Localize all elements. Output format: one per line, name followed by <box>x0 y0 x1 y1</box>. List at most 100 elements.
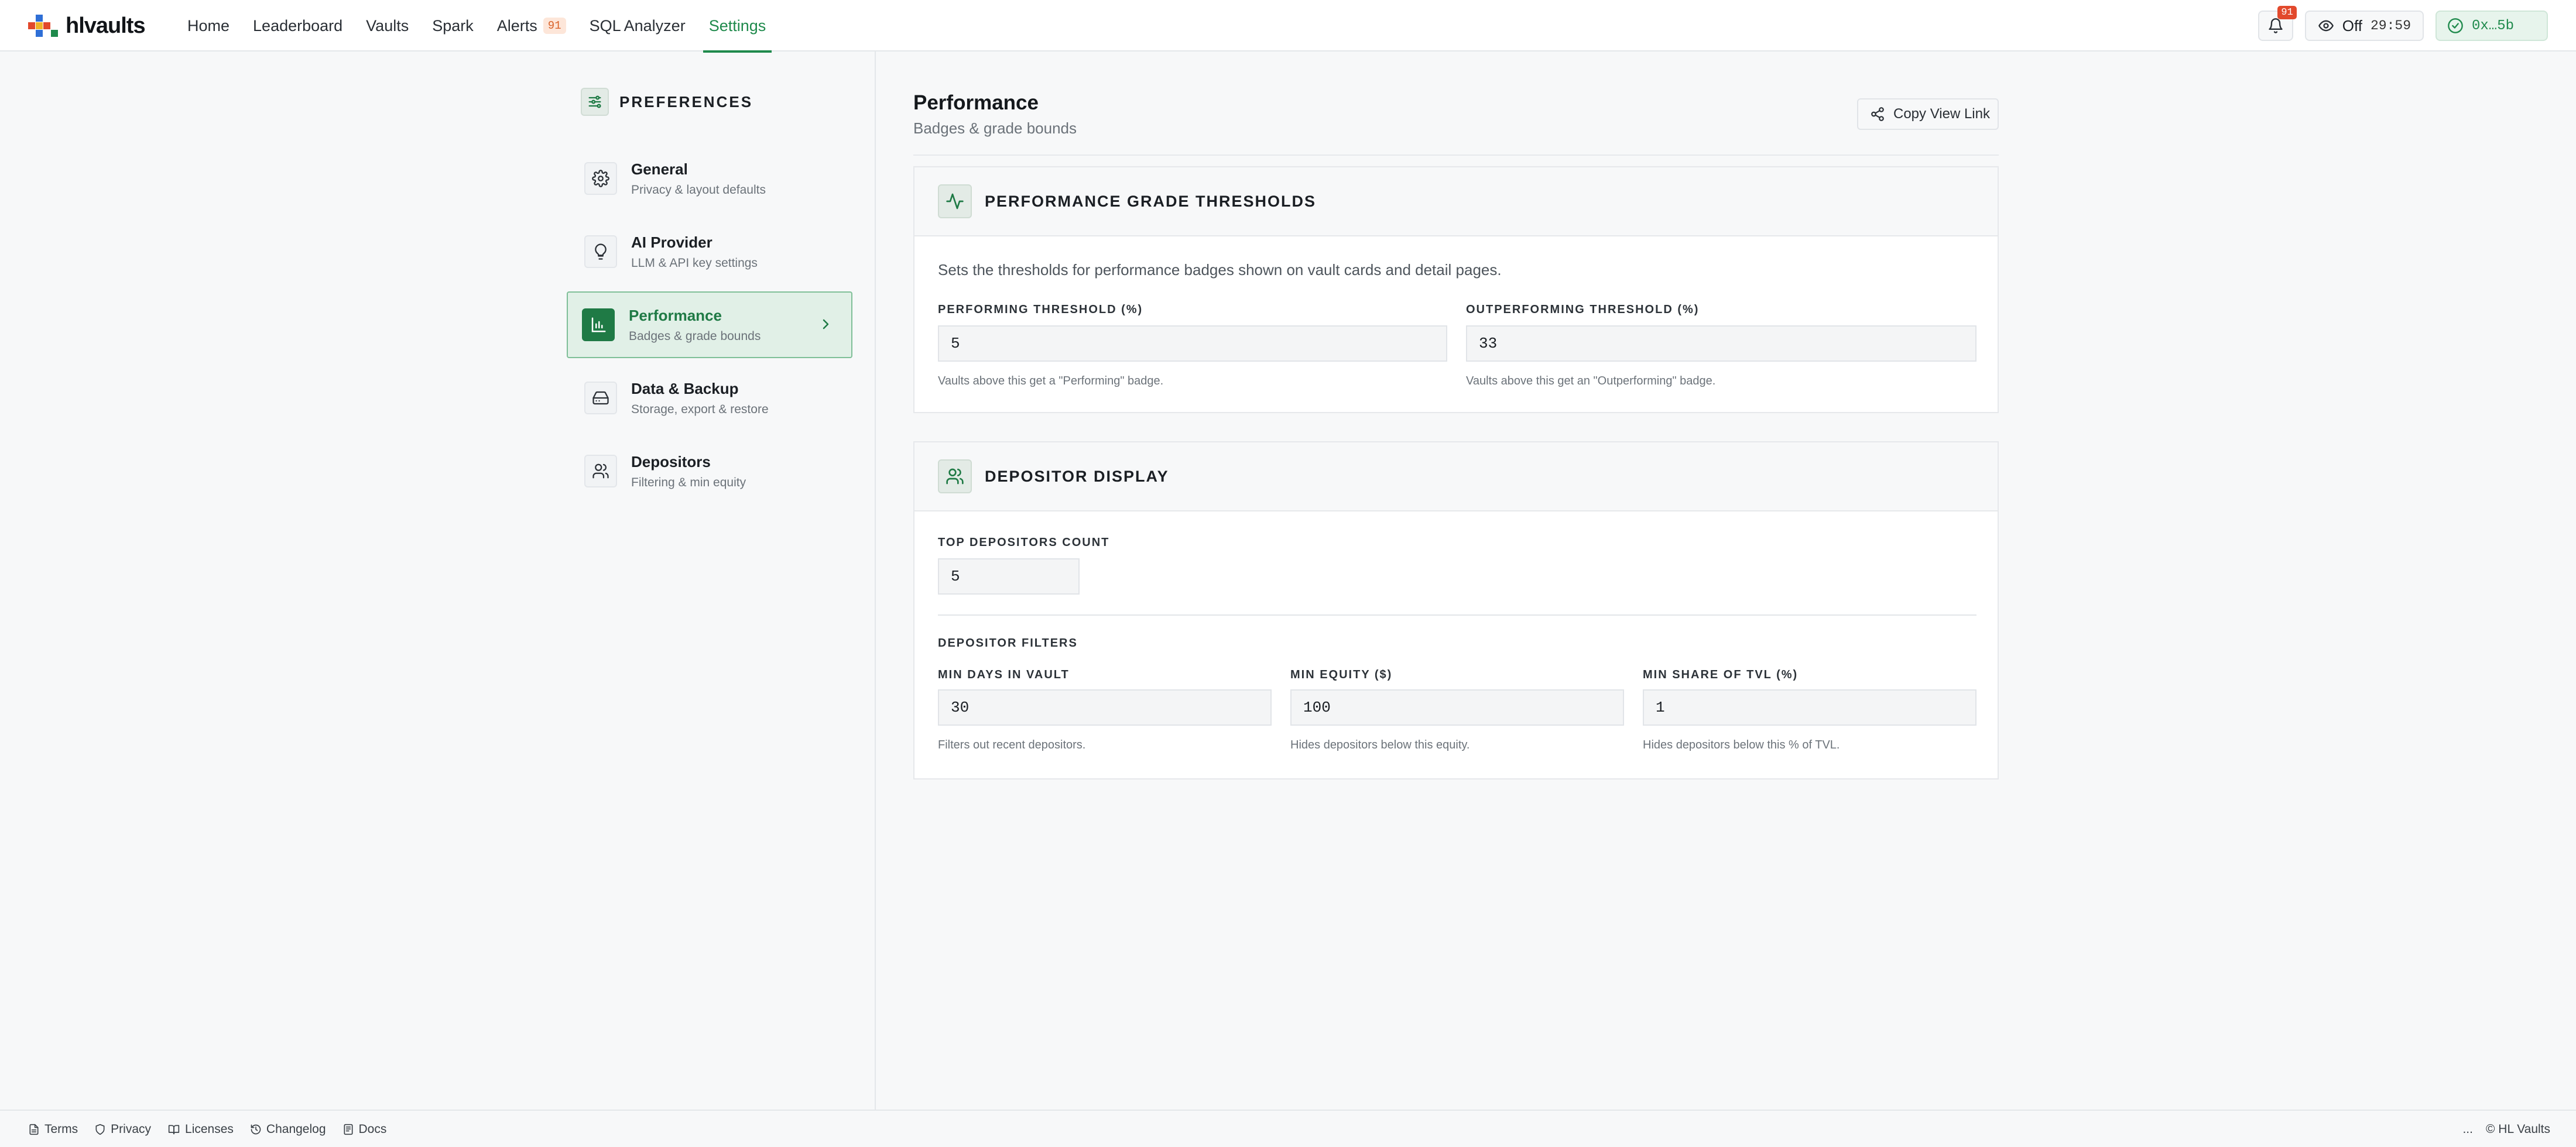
sidebar-item-label: General <box>631 160 688 178</box>
users-icon <box>584 455 617 487</box>
depositor-filters-title: DEPOSITOR FILTERS <box>938 637 1078 650</box>
sidebar-item-general[interactable]: General Privacy & layout defaults <box>567 145 852 212</box>
performing-threshold-label: PERFORMING THRESHOLD (%) <box>938 303 1143 316</box>
nav-spark[interactable]: Spark <box>432 0 474 51</box>
min-equity-input[interactable]: 100 <box>1290 689 1624 726</box>
copy-view-link-label: Copy View Link <box>1893 106 1990 122</box>
sidebar-item-ai-provider[interactable]: AI Provider LLM & API key settings <box>567 218 852 285</box>
min-days-input[interactable]: 30 <box>938 689 1272 726</box>
logo[interactable]: hlvaults <box>28 13 146 39</box>
check-circle-icon <box>2448 18 2463 33</box>
copy-view-link-button[interactable]: Copy View Link <box>1857 98 1999 130</box>
doc-icon <box>344 1124 353 1135</box>
gear-icon <box>584 162 617 195</box>
footer-link-docs[interactable]: Docs <box>342 1122 387 1136</box>
page-title: Performance <box>913 91 1039 114</box>
sidebar-item-data-backup[interactable]: Data & Backup Storage, export & restore <box>567 365 852 431</box>
footer-link-privacy[interactable]: Privacy <box>94 1122 151 1136</box>
nav-label: Alerts <box>496 16 537 35</box>
history-icon <box>251 1124 261 1135</box>
sidebar-item-desc: Storage, export & restore <box>631 402 769 416</box>
nav-vaults[interactable]: Vaults <box>366 0 409 51</box>
alerts-count-badge: 91 <box>543 18 566 34</box>
performance-thresholds-card: PERFORMANCE GRADE THRESHOLDS Sets the th… <box>913 166 1999 413</box>
nav-label: SQL Analyzer <box>589 16 686 35</box>
nav-label: Settings <box>708 16 766 35</box>
card-header: PERFORMANCE GRADE THRESHOLDS <box>914 167 1998 236</box>
hard-drive-icon <box>584 382 617 414</box>
footer-link-label: Docs <box>358 1122 387 1136</box>
header-divider <box>913 154 1999 156</box>
nav-label: Vaults <box>366 16 409 35</box>
card-title: DEPOSITOR DISPLAY <box>985 467 1169 485</box>
card-header: DEPOSITOR DISPLAY <box>914 442 1998 511</box>
sidebar-item-desc: Badges & grade bounds <box>629 329 761 343</box>
sliders-icon <box>581 88 609 116</box>
nav-alerts[interactable]: Alerts 91 <box>497 0 566 51</box>
logo-icon <box>28 15 58 37</box>
settings-sidebar: PREFERENCES General Privacy & layout def… <box>0 51 876 1110</box>
footer-link-licenses[interactable]: Licenses <box>167 1122 234 1136</box>
footer-link-label: Terms <box>44 1122 78 1136</box>
nav-sql-analyzer[interactable]: SQL Analyzer <box>590 0 686 51</box>
sidebar-item-label: Data & Backup <box>631 379 739 397</box>
preferences-title: PREFERENCES <box>619 92 753 111</box>
outperforming-threshold-input[interactable]: 33 <box>1466 325 1976 362</box>
nav-label: Leaderboard <box>253 16 343 35</box>
lightbulb-icon <box>584 235 617 268</box>
footer-ellipsis[interactable]: ... <box>2462 1122 2473 1136</box>
bar-chart-icon <box>582 308 615 341</box>
nav-settings[interactable]: Settings <box>703 0 772 53</box>
card-description: Sets the thresholds for performance badg… <box>938 261 1502 279</box>
users-icon <box>938 459 972 493</box>
min-share-label: MIN SHARE OF TVL (%) <box>1643 668 1799 681</box>
footer-link-label: Licenses <box>185 1122 234 1136</box>
min-share-help: Hides depositors below this % of TVL. <box>1643 739 1840 751</box>
depositor-display-card: DEPOSITOR DISPLAY TOP DEPOSITORS COUNT 5… <box>913 441 1999 779</box>
footer-link-changelog[interactable]: Changelog <box>250 1122 326 1136</box>
performing-threshold-input[interactable]: 5 <box>938 325 1447 362</box>
notifications-badge: 91 <box>2277 6 2297 19</box>
notifications-button[interactable]: 91 <box>2258 6 2297 41</box>
footer-link-label: Changelog <box>266 1122 326 1136</box>
top-navbar: hlvaults Home Leaderboard Vaults Spark A… <box>0 0 2576 53</box>
preferences-header: PREFERENCES <box>581 88 753 116</box>
min-share-input[interactable]: 1 <box>1643 689 1976 726</box>
activity-icon <box>938 184 972 218</box>
shield-icon <box>95 1124 105 1135</box>
sidebar-item-label: Depositors <box>631 452 711 471</box>
main-nav: Home Leaderboard Vaults Spark Alerts 91 … <box>187 0 772 53</box>
footer-link-terms[interactable]: Terms <box>28 1122 78 1136</box>
footer: Terms Privacy Licenses Changelog Docs ..… <box>0 1110 2576 1147</box>
performing-threshold-help: Vaults above this get a "Performing" bad… <box>938 375 1164 387</box>
section-divider <box>938 614 1976 616</box>
sidebar-item-depositors[interactable]: Depositors Filtering & min equity <box>567 438 852 504</box>
min-days-label: MIN DAYS IN VAULT <box>938 668 1070 681</box>
top-depositors-input[interactable]: 5 <box>938 558 1080 595</box>
sidebar-item-desc: Filtering & min equity <box>631 475 746 489</box>
privacy-state: Off <box>2342 16 2362 35</box>
sidebar-item-label: AI Provider <box>631 233 712 251</box>
bell-icon <box>2269 18 2283 33</box>
book-icon <box>168 1125 180 1135</box>
nav-leaderboard[interactable]: Leaderboard <box>253 0 342 51</box>
privacy-timer: 29:59 <box>2370 18 2411 33</box>
footer-links: Terms Privacy Licenses Changelog Docs <box>28 1111 386 1147</box>
eye-icon <box>2318 20 2334 32</box>
nav-label: Spark <box>432 16 474 35</box>
wallet-button[interactable]: 0x…5b <box>2435 11 2548 41</box>
nav-home[interactable]: Home <box>187 0 229 51</box>
logo-text: hlvaults <box>66 13 146 38</box>
share-icon <box>1871 107 1884 121</box>
sidebar-item-desc: Privacy & layout defaults <box>631 183 766 197</box>
sidebar-item-performance[interactable]: Performance Badges & grade bounds <box>567 291 852 358</box>
privacy-mode-button[interactable]: Off 29:59 <box>2304 11 2424 41</box>
min-days-help: Filters out recent depositors. <box>938 739 1086 751</box>
min-equity-help: Hides depositors below this equity. <box>1290 739 1470 751</box>
top-actions: 91 Off 29:59 0x…5b <box>2258 6 2548 41</box>
outperforming-threshold-label: OUTPERFORMING THRESHOLD (%) <box>1466 303 1700 316</box>
top-depositors-label: TOP DEPOSITORS COUNT <box>938 536 1110 549</box>
card-title: PERFORMANCE GRADE THRESHOLDS <box>985 192 1317 210</box>
sidebar-item-desc: LLM & API key settings <box>631 256 758 270</box>
settings-content: Performance Badges & grade bounds Copy V… <box>876 51 2576 1110</box>
